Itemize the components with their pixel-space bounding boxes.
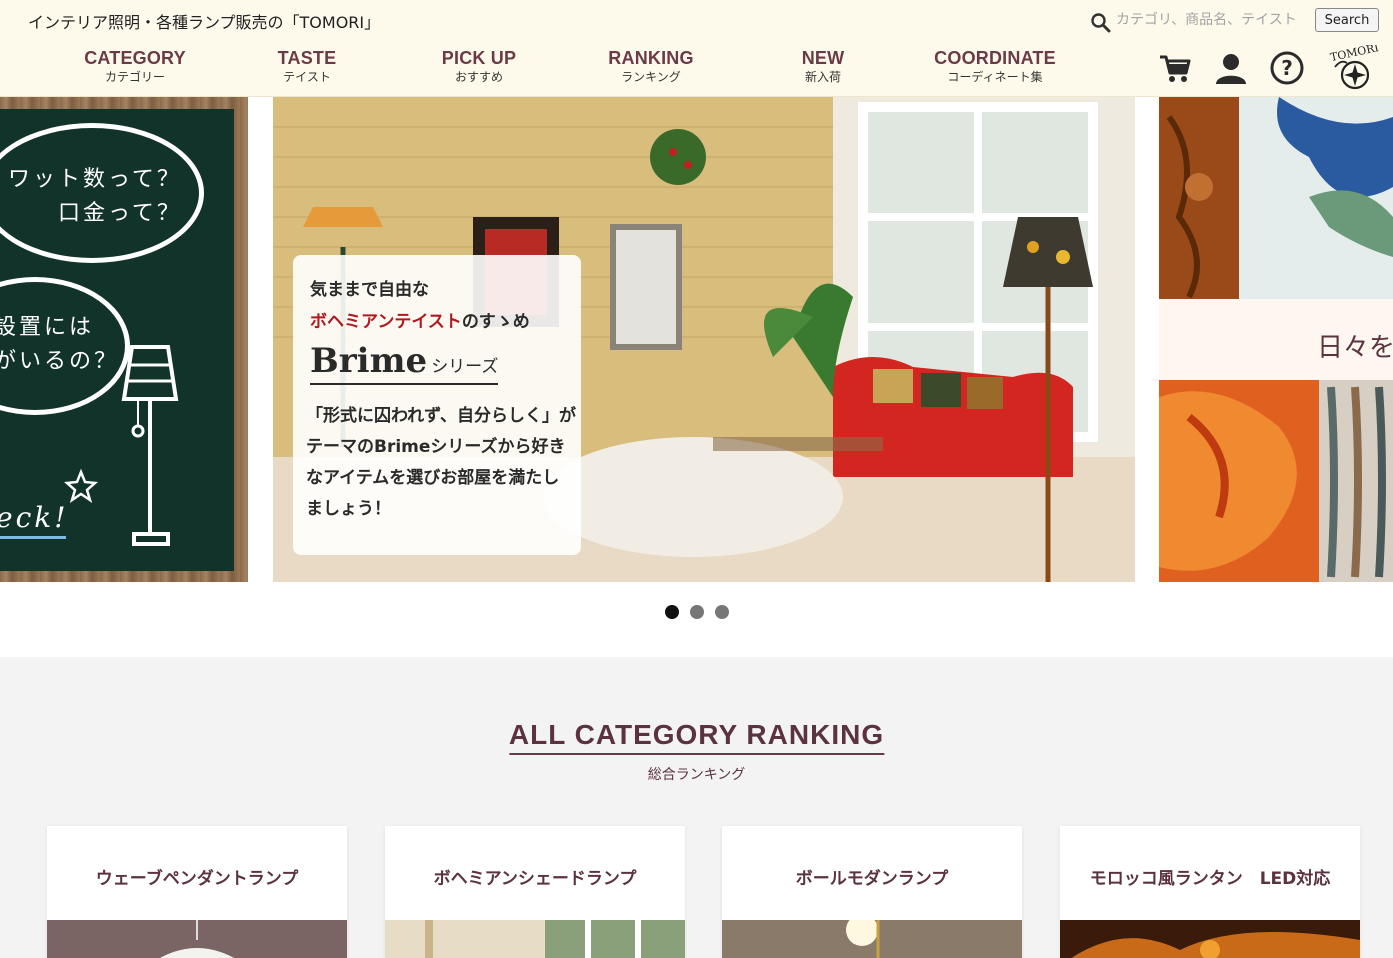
ranking-title: ALL CATEGORY RANKING bbox=[508, 719, 885, 755]
ranking-card-3[interactable]: ボールモダンランプ bbox=[722, 826, 1022, 958]
user-icon[interactable] bbox=[1211, 48, 1251, 88]
nav-label-en: NEW bbox=[801, 48, 845, 68]
nav-label-ja: 新入荷 bbox=[804, 70, 842, 84]
floor-lamp-drawing bbox=[121, 345, 179, 546]
promo-description: 「形式に囚われず、自分らしく」がテーマのBrimeシリーズから好きなアイテムを選… bbox=[306, 406, 576, 519]
chalk-text: 設置には bbox=[0, 315, 95, 340]
carousel-dot-3[interactable] bbox=[714, 605, 729, 619]
nav-label-en: RANKING bbox=[608, 48, 694, 68]
promo-brand: Brime シリーズ bbox=[310, 341, 499, 385]
nav-label-ja: おすすめ bbox=[454, 70, 504, 84]
ranking-subtitle: 総合ランキング bbox=[647, 767, 746, 783]
chalk-text: がいるの？ bbox=[0, 349, 120, 374]
ranking-card-2[interactable]: ボヘミアンシェードランプ bbox=[385, 826, 685, 958]
tomori-logo[interactable]: TOMORI bbox=[1329, 45, 1381, 90]
nav-item-taste[interactable]: TASTE テイスト bbox=[278, 48, 337, 86]
search-icon[interactable] bbox=[1090, 12, 1112, 34]
promo-highlight: ボヘミアンテイスト bbox=[310, 312, 462, 332]
promo-line-2: ボヘミアンテイストのすゝめ bbox=[310, 307, 530, 332]
brand-name: Brime bbox=[310, 341, 428, 381]
product-image bbox=[47, 920, 347, 958]
product-image bbox=[1060, 920, 1360, 958]
nav-item-coordinate[interactable]: COORDINATE コーディネート集 bbox=[934, 48, 1056, 86]
nav-label-ja: カテゴリー bbox=[104, 70, 166, 84]
star-icon bbox=[64, 469, 98, 503]
chalk-underline bbox=[0, 536, 66, 539]
ranking-card-4[interactable]: モロッコ風ランタン LED対応 bbox=[1060, 826, 1360, 958]
speech-bubble bbox=[0, 123, 204, 263]
nav-item-ranking[interactable]: RANKING ランキング bbox=[608, 48, 693, 86]
main-nav: CATEGORY カテゴリー TASTE テイスト PICK UP おすすめ R… bbox=[0, 40, 1393, 97]
carousel-slide-active[interactable]: 気ままで自由な ボヘミアンテイストのすゝめ Brime シリーズ 「形式に囚われず… bbox=[273, 97, 1135, 582]
nav-label-ja: ランキング bbox=[621, 70, 681, 84]
carousel-slide-next[interactable]: 日々を bbox=[1159, 97, 1393, 582]
nav-item-pickup[interactable]: PICK UP おすすめ bbox=[442, 48, 516, 86]
chalkboard-illustration: ワット数って？ 口金って？ 設置には がいるの？ eck! bbox=[0, 109, 234, 571]
product-name: ボールモダンランプ bbox=[795, 869, 949, 889]
promo-card: 気ままで自由な ボヘミアンテイストのすゝめ Brime シリーズ 「形式に囚われず… bbox=[293, 255, 581, 555]
cart-icon[interactable] bbox=[1155, 48, 1195, 88]
carousel-dot-1[interactable] bbox=[664, 605, 679, 619]
product-name: モロッコ風ランタン LED対応 bbox=[1089, 869, 1331, 889]
slide-caption: 日々を bbox=[1317, 333, 1393, 363]
product-image bbox=[722, 920, 1022, 958]
nav-label-ja: コーディネート集 bbox=[947, 70, 1043, 84]
ranking-section: ALL CATEGORY RANKING 総合ランキング ウェーブペンダントラン… bbox=[0, 657, 1393, 958]
svg-text:?: ? bbox=[1281, 56, 1293, 80]
carousel-slide-prev[interactable]: ワット数って？ 口金って？ 設置には がいるの？ eck! bbox=[0, 97, 248, 582]
nav-label-en: PICK UP bbox=[441, 48, 517, 68]
chalk-text: eck! bbox=[0, 501, 69, 534]
nav-label-en: COORDINATE bbox=[934, 48, 1056, 68]
nav-label-en: CATEGORY bbox=[84, 48, 186, 68]
nav-label-ja: テイスト bbox=[283, 70, 331, 84]
chalk-text: ワット数って？ bbox=[8, 167, 182, 192]
brand-suffix: シリーズ bbox=[431, 357, 499, 377]
ranking-card-1[interactable]: ウェーブペンダントランプ bbox=[47, 826, 347, 958]
search-input[interactable] bbox=[1114, 8, 1306, 32]
product-name: ウェーブペンダントランプ bbox=[95, 869, 299, 889]
search-button[interactable]: Search bbox=[1315, 8, 1379, 32]
hero-carousel: ワット数って？ 口金って？ 設置には がいるの？ eck! 気ままで自由な ボヘ… bbox=[0, 97, 1393, 657]
site-tagline: インテリア照明・各種ランプ販売の「TOMORI」 bbox=[28, 13, 381, 32]
promo-line-1: 気ままで自由な bbox=[310, 280, 429, 300]
nav-label-en: TASTE bbox=[277, 48, 337, 68]
product-name: ボヘミアンシェードランプ bbox=[433, 869, 637, 889]
help-icon[interactable]: ? bbox=[1267, 48, 1307, 88]
chalk-text: 口金って？ bbox=[58, 201, 182, 226]
promo-line-2-rest: のすゝめ bbox=[461, 312, 530, 332]
product-image bbox=[385, 920, 685, 958]
nav-item-category[interactable]: CATEGORY カテゴリー bbox=[84, 48, 186, 86]
carousel-dots bbox=[0, 605, 1393, 621]
nav-item-new[interactable]: NEW 新入荷 bbox=[802, 48, 845, 86]
top-bar: インテリア照明・各種ランプ販売の「TOMORI」 Search bbox=[0, 0, 1393, 40]
carousel-dot-2[interactable] bbox=[689, 605, 704, 619]
